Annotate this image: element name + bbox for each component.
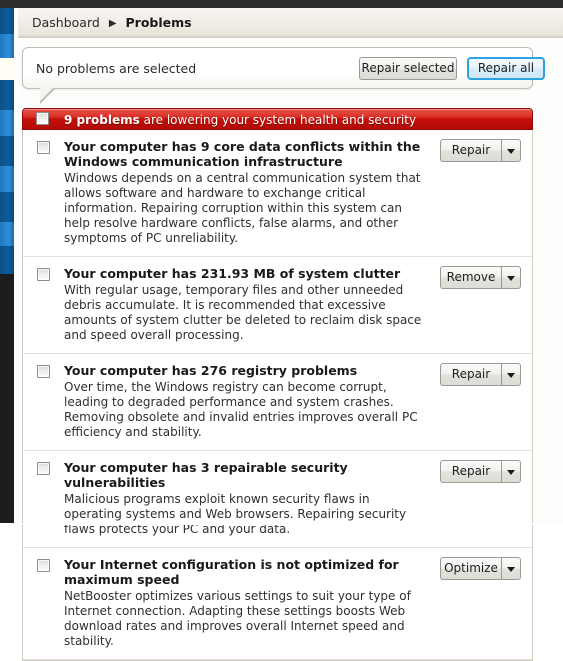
problem-action-button[interactable]: Repair [440,460,501,483]
problem-action-button[interactable]: Optimize [440,557,501,580]
problem-description: Malicious programs exploit known securit… [64,492,407,536]
selection-status-text: No problems are selected [36,61,197,76]
problem-body: Your computer has 9 core data conflicts … [64,139,426,246]
problem-title: Your computer has 3 repairable security … [64,460,348,490]
rail-segment [0,8,14,34]
window-titlebar-strip [0,0,563,8]
problem-description: Windows depends on a central communicati… [64,171,421,245]
problem-body: Your Internet configuration is not optim… [64,557,426,649]
problem-body: Your computer has 231.93 MB of system cl… [64,266,426,343]
chevron-down-icon[interactable] [501,460,521,483]
repair-selected-button[interactable]: Repair selected [359,57,457,80]
problem-row[interactable]: Your Internet configuration is not optim… [23,548,532,660]
rail-segment [0,136,14,166]
breadcrumb-separator-icon: ▶ [108,18,117,29]
problem-action-button[interactable]: Repair [440,363,501,386]
problem-checkbox[interactable] [37,365,50,378]
page-header: Dashboard ▶ Problems [18,8,563,38]
rail-segment [0,246,14,274]
chevron-down-icon[interactable] [501,363,521,386]
problem-title: Your Internet configuration is not optim… [64,557,399,587]
problem-checkbox[interactable] [37,141,50,154]
breadcrumb-item-dashboard[interactable]: Dashboard [32,15,100,30]
problem-action-split-button[interactable]: Remove [440,266,521,289]
breadcrumb: Dashboard ▶ Problems [32,15,192,33]
rail-segment [0,222,14,246]
problem-title: Your computer has 9 core data conflicts … [64,139,421,169]
problem-title: Your computer has 276 registry problems [64,363,358,378]
left-navigation-rail[interactable] [0,8,18,525]
problem-action-split-button[interactable]: Repair [440,139,521,162]
chevron-down-icon[interactable] [501,139,521,162]
problem-description: Over time, the Windows registry can beco… [64,380,418,439]
select-all-checkbox[interactable] [36,112,49,125]
problem-checkbox[interactable] [37,462,50,475]
problem-action-button[interactable]: Remove [440,266,501,289]
problem-checkbox[interactable] [37,559,50,572]
problem-title: Your computer has 231.93 MB of system cl… [64,266,401,281]
app-window: Dashboard ▶ Problems No problems are sel… [0,0,563,661]
callout-tail-fill [40,87,54,101]
breadcrumb-item-problems: Problems [125,15,192,30]
problem-action-split-button[interactable]: Optimize [440,557,521,580]
problem-action-split-button[interactable]: Repair [440,363,521,386]
rail-segment [0,110,14,136]
problem-body: Your computer has 3 repairable security … [64,460,426,537]
page-content: No problems are selected Repair selected… [18,39,563,661]
problem-row[interactable]: Your computer has 9 core data conflicts … [23,130,532,257]
problem-description: With regular usage, temporary files and … [64,283,422,342]
problem-row[interactable]: Your computer has 3 repairable security … [23,451,532,548]
repair-all-button[interactable]: Repair all [467,57,545,80]
problem-row[interactable]: Your computer has 231.93 MB of system cl… [23,257,532,354]
rail-segment-active [0,58,14,80]
rail-segment [0,192,14,222]
problem-description: NetBooster optimizes various settings to… [64,589,411,648]
chevron-down-icon[interactable] [501,266,521,289]
chevron-down-icon[interactable] [501,557,521,580]
selection-action-callout: No problems are selected Repair selected… [22,47,545,89]
problems-count: 9 problems [64,113,140,127]
problem-row[interactable]: Your computer has 276 registry problems O… [23,354,532,451]
problem-list: Your computer has 9 core data conflicts … [22,130,533,661]
problem-body: Your computer has 276 registry problems O… [64,363,426,440]
problems-summary-text: 9 problems are lowering your system heal… [64,112,416,128]
rail-segment [0,34,14,58]
problem-action-button[interactable]: Repair [440,139,501,162]
problems-summary-rest: are lowering your system health and secu… [139,113,417,127]
problem-action-split-button[interactable]: Repair [440,460,521,483]
problem-checkbox[interactable] [37,268,50,281]
problems-summary-banner: 9 problems are lowering your system heal… [22,108,533,130]
rail-segment [0,166,14,192]
rail-segment [0,80,14,110]
